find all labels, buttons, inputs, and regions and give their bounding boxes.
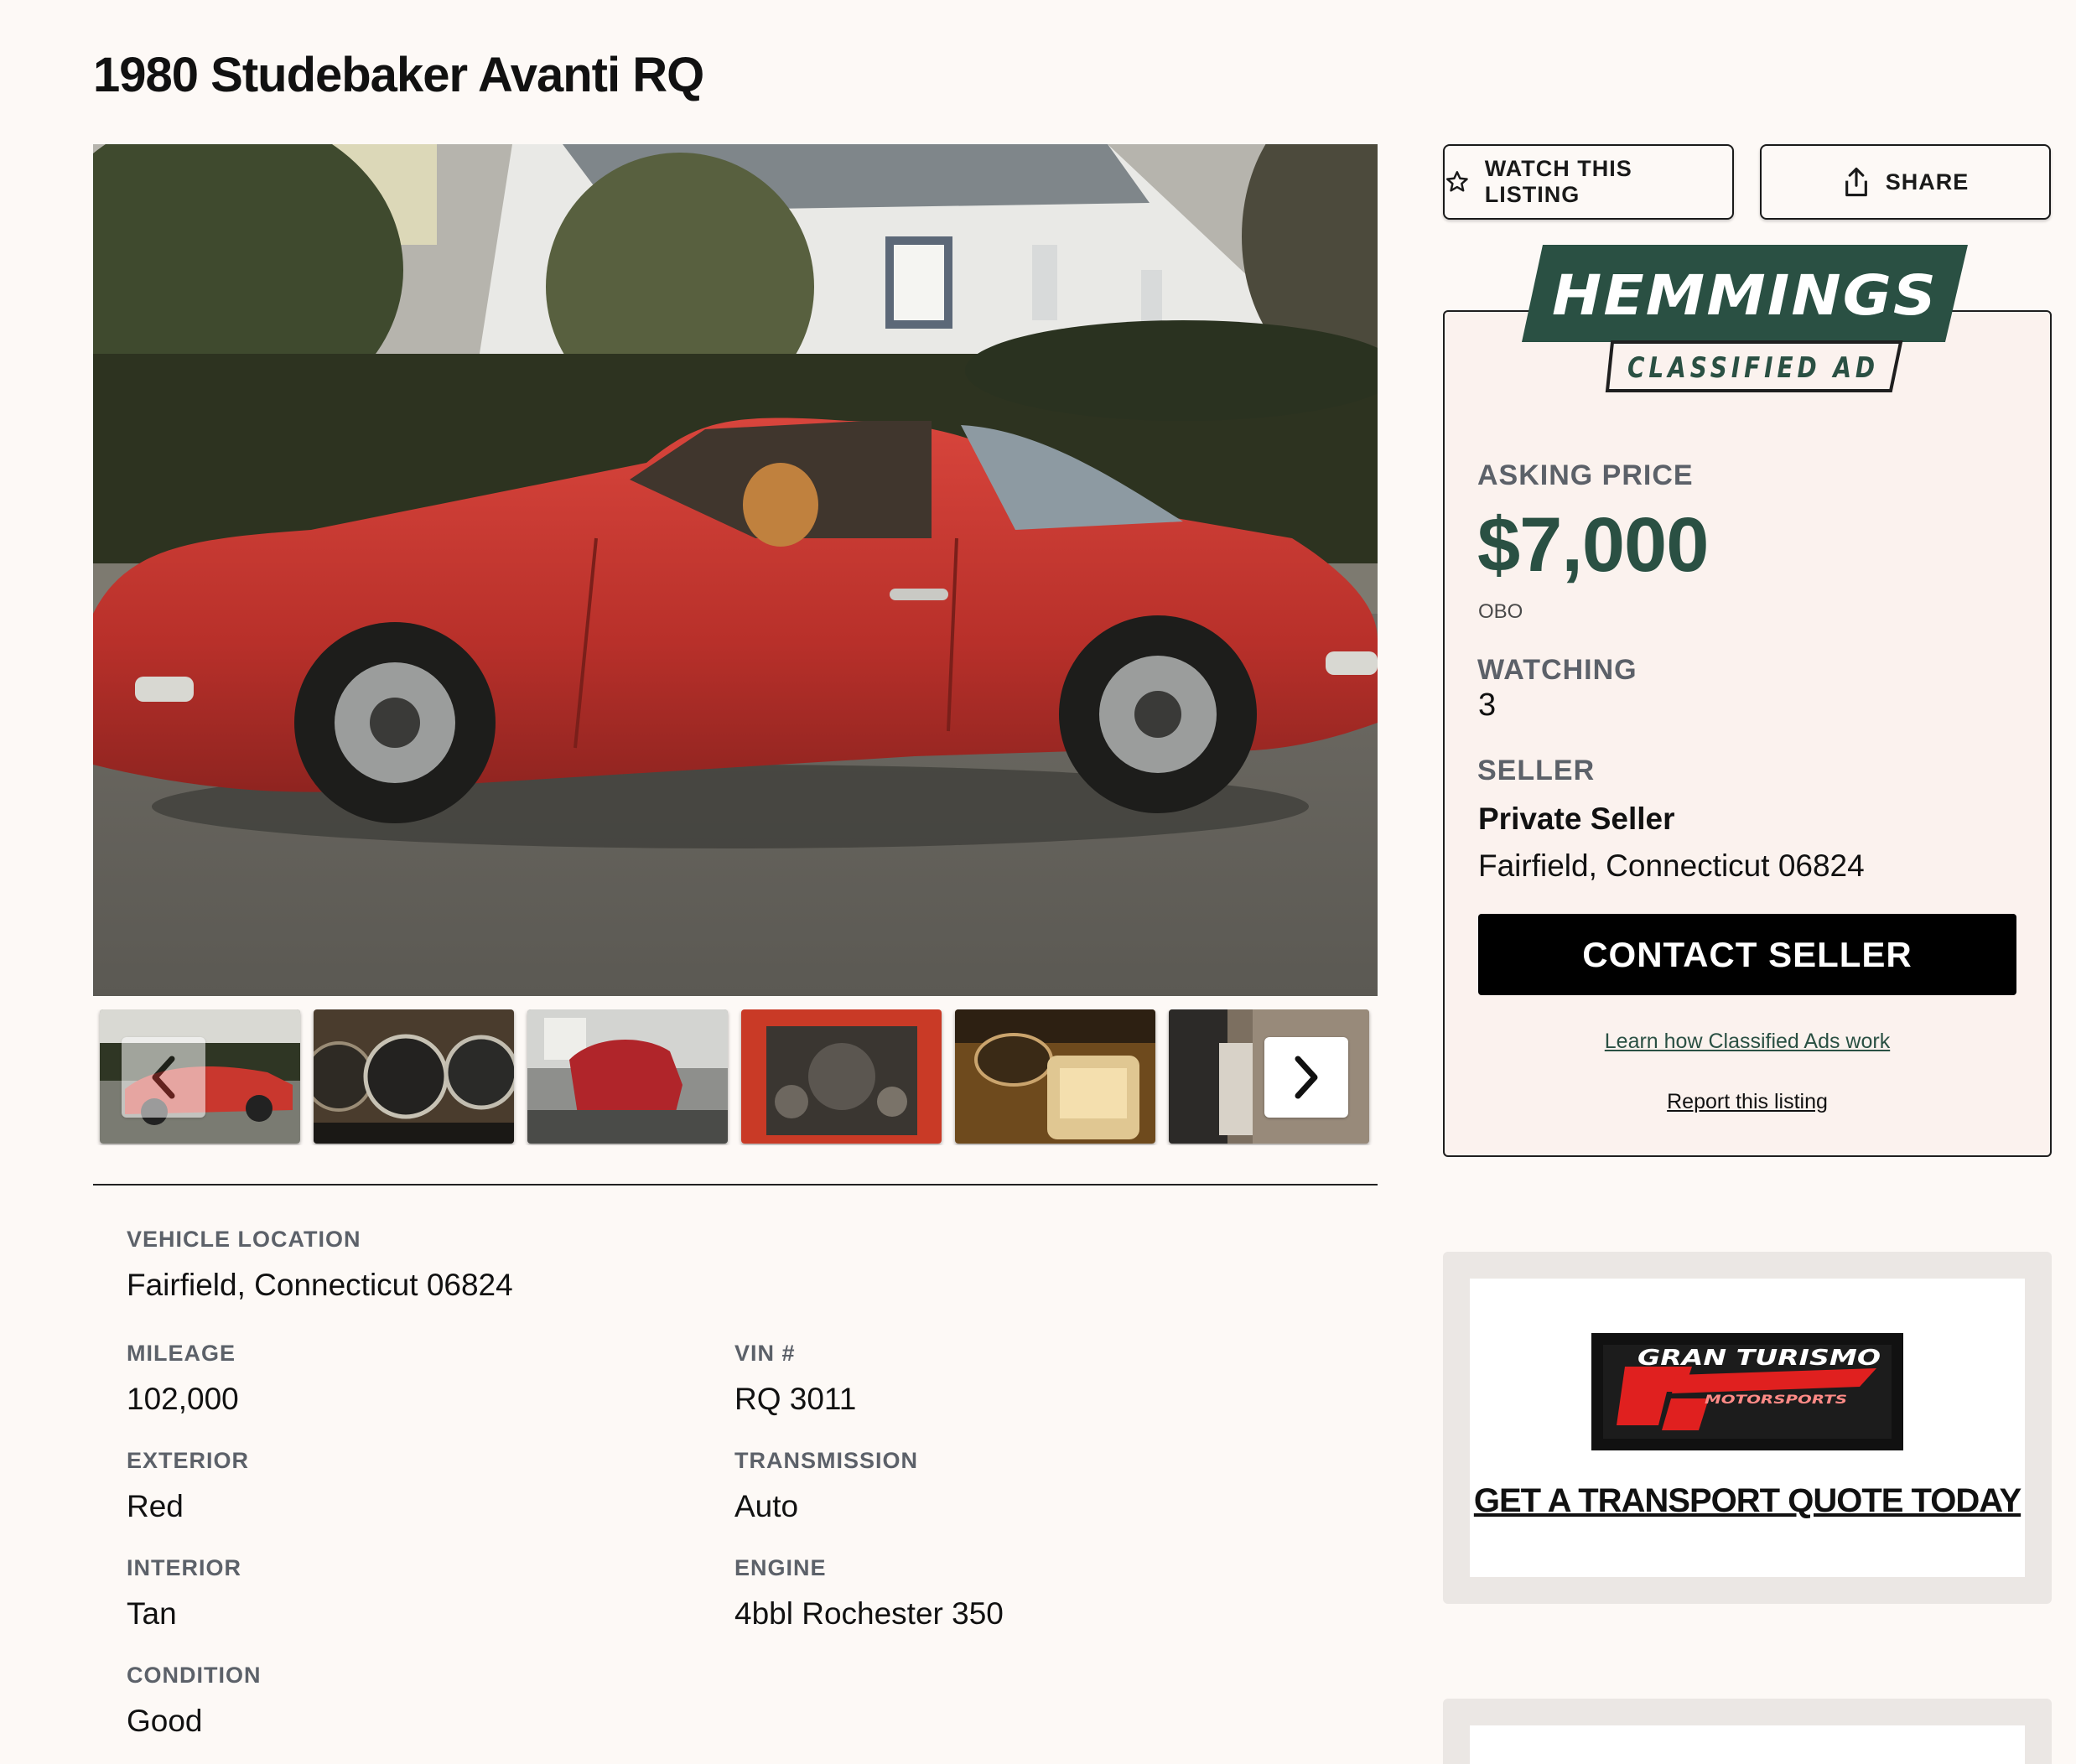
watching-count: 3 xyxy=(1478,687,1497,723)
vehicle-location-value: Fairfield, Connecticut 06824 xyxy=(127,1268,513,1302)
exterior-label: EXTERIOR xyxy=(127,1448,250,1473)
svg-text:MOTORSPORTS: MOTORSPORTS xyxy=(1705,1393,1847,1407)
watch-listing-button[interactable]: WATCH THIS LISTING xyxy=(1443,144,1734,220)
share-button[interactable]: SHARE xyxy=(1760,144,2051,220)
contact-seller-button[interactable]: CONTACT SELLER xyxy=(1478,914,2016,995)
vehicle-location-label: VEHICLE LOCATION xyxy=(127,1227,361,1252)
thumbnail[interactable] xyxy=(741,1009,942,1144)
vin-value: RQ 3011 xyxy=(734,1382,857,1416)
previous-photo-button[interactable] xyxy=(122,1037,205,1118)
thumbnail-strip xyxy=(93,1009,1378,1145)
engine-label: ENGINE xyxy=(734,1555,827,1580)
listing-title: 1980 Studebaker Avanti RQ xyxy=(93,48,704,102)
chevron-left-icon xyxy=(152,1056,175,1099)
transport-quote-link[interactable]: GET A TRANSPORT QUOTE TODAY xyxy=(1443,1482,2052,1520)
condition-value: Good xyxy=(127,1704,203,1738)
condition-label: CONDITION xyxy=(127,1663,262,1688)
section-divider xyxy=(93,1184,1378,1186)
svg-text:HEMMINGS: HEMMINGS xyxy=(1552,263,1938,328)
chevron-right-icon xyxy=(1295,1056,1318,1099)
interior-label: INTERIOR xyxy=(127,1555,242,1580)
price-note: OBO xyxy=(1478,600,1523,623)
seller-name: Private Seller xyxy=(1478,802,1675,836)
seller-label: SELLER xyxy=(1477,755,1596,786)
hemmings-classified-logo: HEMMINGS CLASSIFIED AD xyxy=(1522,245,1968,392)
thumbnail[interactable] xyxy=(955,1009,1155,1144)
ad-panel-secondary xyxy=(1470,1725,2025,1764)
thumbnail[interactable] xyxy=(314,1009,514,1144)
watching-label: WATCHING xyxy=(1477,654,1637,686)
asking-price-value: $7,000 xyxy=(1477,502,1709,588)
share-label: SHARE xyxy=(1885,169,1970,195)
mileage-value: 102,000 xyxy=(127,1382,239,1416)
mileage-label: MILEAGE xyxy=(127,1341,236,1366)
engine-value: 4bbl Rochester 350 xyxy=(734,1596,1004,1631)
gran-turismo-logo[interactable]: GRAN TURISMO MOTORSPORTS xyxy=(1591,1333,1903,1450)
next-photo-button[interactable] xyxy=(1264,1037,1348,1118)
thumbnail[interactable] xyxy=(527,1009,728,1144)
star-outline-icon xyxy=(1445,170,1468,192)
seller-location: Fairfield, Connecticut 06824 xyxy=(1478,848,1865,883)
transmission-label: TRANSMISSION xyxy=(734,1448,919,1473)
svg-text:GRAN TURISMO: GRAN TURISMO xyxy=(1637,1346,1881,1371)
exterior-value: Red xyxy=(127,1489,184,1523)
learn-classified-ads-link[interactable]: Learn how Classified Ads work xyxy=(1443,1030,2052,1054)
transmission-value: Auto xyxy=(734,1489,799,1523)
share-upload-icon xyxy=(1845,167,1867,197)
vin-label: VIN # xyxy=(734,1341,796,1366)
main-photo[interactable] xyxy=(93,144,1378,996)
watch-listing-label: WATCH THIS LISTING xyxy=(1484,156,1632,207)
interior-value: Tan xyxy=(127,1596,177,1631)
report-listing-link[interactable]: Report this listing xyxy=(1443,1090,2052,1114)
svg-text:CLASSIFIED AD: CLASSIFIED AD xyxy=(1627,351,1879,385)
asking-price-label: ASKING PRICE xyxy=(1477,459,1694,491)
